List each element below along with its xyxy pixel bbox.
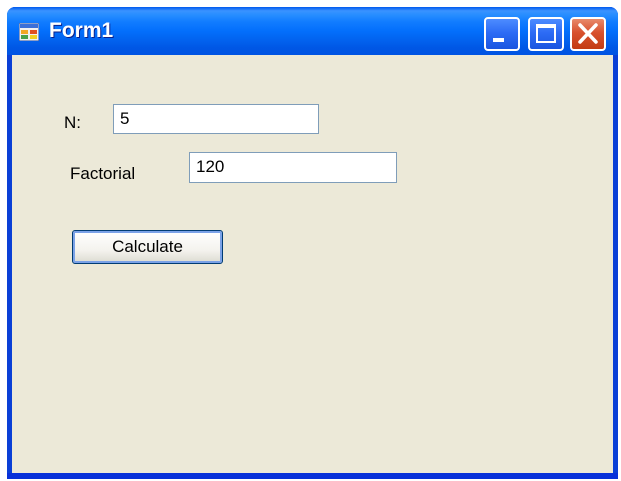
minimize-button[interactable]	[484, 17, 520, 51]
factorial-label: Factorial	[70, 164, 136, 183]
maximize-icon	[536, 24, 556, 43]
close-button[interactable]	[570, 17, 606, 51]
close-icon	[578, 23, 598, 44]
form-app-icon[interactable]	[18, 22, 40, 42]
title-bar[interactable]: Form1	[7, 7, 618, 55]
n-input[interactable]: 5	[113, 104, 319, 134]
n-label: N:	[64, 113, 81, 132]
minimize-icon	[493, 38, 504, 42]
maximize-button[interactable]	[528, 17, 564, 51]
calculate-button[interactable]: Calculate	[72, 230, 223, 264]
factorial-output[interactable]: 120	[189, 152, 397, 183]
window-bottom-border	[7, 473, 618, 479]
window-title: Form1	[49, 19, 114, 42]
